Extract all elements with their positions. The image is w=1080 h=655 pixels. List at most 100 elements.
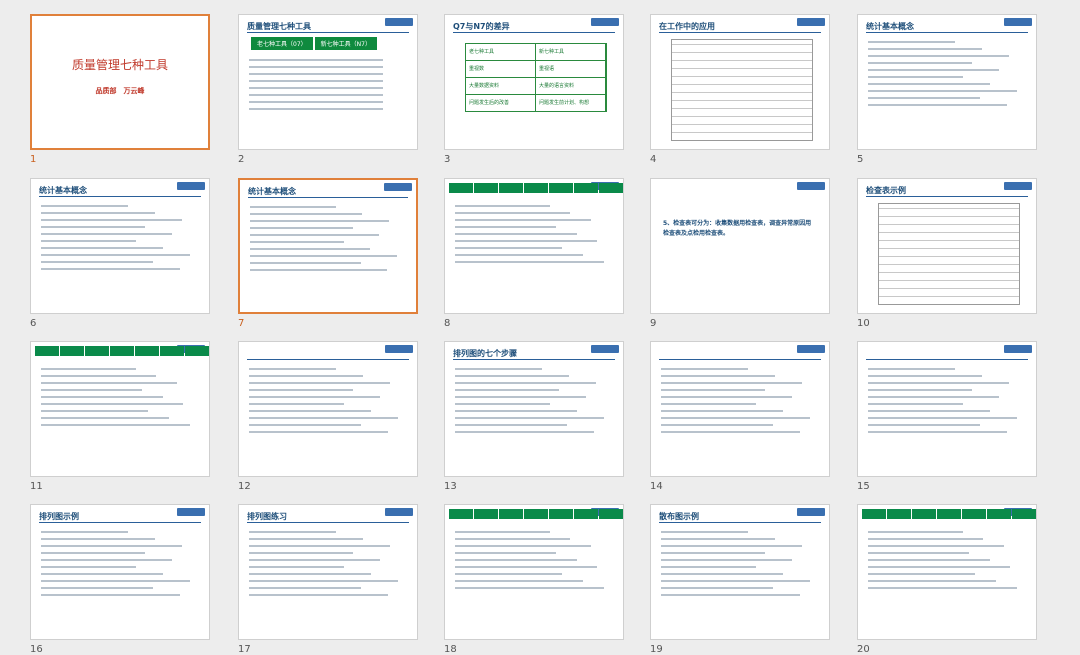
slide-preview[interactable] [857, 504, 1037, 640]
process-tabs [445, 183, 623, 193]
body-text [868, 41, 1026, 111]
tool-tab: 老七种工具（07） [251, 37, 313, 50]
title-rule [659, 32, 821, 33]
slide-title: 散布图示例 [659, 512, 699, 521]
process-tab [524, 183, 548, 193]
slide-preview[interactable]: 统计基本概念 [30, 178, 210, 314]
slide-preview[interactable]: 排列图的七个步骤 [444, 341, 624, 477]
tool-tab: 新七种工具（N7） [314, 37, 377, 50]
body-text [455, 205, 613, 268]
process-tab [962, 509, 986, 519]
slide-preview[interactable] [857, 341, 1037, 477]
process-tab [160, 346, 184, 356]
title-rule [866, 196, 1028, 197]
title-rule [453, 359, 615, 360]
body-text [249, 531, 407, 601]
slide-preview[interactable]: Q7与N7的差异 老七种工具 新七种工具 重视数 重视语 大量数据资料 大量的语言资料 问题发… [444, 14, 624, 150]
company-logo [797, 18, 825, 26]
slide-number: 14 [650, 481, 663, 492]
table-row: 大量数据资料 大量的语言资料 [466, 77, 606, 94]
slide-preview[interactable] [30, 341, 210, 477]
table-cell: 重视语 [536, 61, 606, 77]
process-tab [449, 509, 473, 519]
process-tab [110, 346, 134, 356]
title-rule [39, 196, 201, 197]
process-tab [135, 346, 159, 356]
table-cell: 大量数据资料 [466, 78, 536, 94]
slide-preview[interactable]: 检查表示例 [857, 178, 1037, 314]
company-logo [1004, 18, 1032, 26]
process-tab [599, 183, 623, 193]
slide-number: 11 [30, 481, 43, 492]
slide-number: 17 [238, 644, 251, 655]
process-tab [524, 509, 548, 519]
process-tabs [858, 509, 1036, 519]
title-rule [866, 32, 1028, 33]
slide-title: 统计基本概念 [866, 22, 914, 31]
table-row: 问题发生后的改善 问题发生前计划、构想 [466, 94, 606, 111]
slide-title: 质量管理七种工具 [247, 22, 311, 31]
body-text [868, 531, 1026, 594]
slide-number: 9 [650, 318, 657, 329]
slide-number: 19 [650, 644, 663, 655]
table-cell: 问题发生前计划、构想 [536, 95, 606, 111]
company-logo [591, 345, 619, 353]
table-cell: 重视数 [466, 61, 536, 77]
slide-title: 检查表示例 [866, 186, 906, 195]
title-rule [659, 359, 821, 360]
slide-number: 16 [30, 644, 43, 655]
body-text: 5、检查表可分为：收集数据用检查表，调查异常原因用检查表及点检用检查表。 [663, 220, 812, 237]
title-rule [453, 32, 615, 33]
slide-preview[interactable]: 统计基本概念 [238, 178, 418, 314]
slide-title: 在工作中的应用 [659, 22, 715, 31]
slide-number: 3 [444, 154, 451, 165]
company-logo [1004, 182, 1032, 190]
slide-number: 8 [444, 318, 451, 329]
process-tab [499, 183, 523, 193]
body-text [41, 368, 199, 431]
process-tab [574, 509, 598, 519]
process-tab [599, 509, 623, 519]
process-tab [937, 509, 961, 519]
slide-preview[interactable]: 散布图示例 [650, 504, 830, 640]
slide-preview[interactable] [444, 504, 624, 640]
slide-title: 质量管理七种工具 [71, 58, 168, 72]
slide-preview[interactable]: 在工作中的应用 [650, 14, 830, 150]
slide-title: 统计基本概念 [248, 187, 296, 196]
table-cell: 新七种工具 [536, 44, 606, 60]
slide-sorter-view: { "slides": [ {"num":"1","kind":"cover",… [0, 0, 1080, 655]
process-tab [60, 346, 84, 356]
slide-title: 排列图练习 [247, 512, 287, 521]
slide-number: 2 [238, 154, 245, 165]
slide-preview[interactable] [444, 178, 624, 314]
body-text [661, 368, 819, 438]
tool-tabs: 老七种工具（07） 新七种工具（N7） [251, 37, 379, 50]
company-logo [797, 345, 825, 353]
slide-number: 7 [238, 318, 245, 329]
slide-preview[interactable]: 排列图示例 [30, 504, 210, 640]
slide-preview[interactable]: 统计基本概念 [857, 14, 1037, 150]
title-rule [659, 522, 821, 523]
body-text [868, 368, 1026, 438]
slide-preview[interactable]: 排列图练习 [238, 504, 418, 640]
process-tab [85, 346, 109, 356]
table-cell: 大量的语言资料 [536, 78, 606, 94]
process-tabs [31, 346, 209, 356]
slide-number: 1 [30, 154, 37, 165]
slide-number: 4 [650, 154, 657, 165]
slide-title: 排列图示例 [39, 512, 79, 521]
slide-preview[interactable] [650, 341, 830, 477]
process-tab [862, 509, 886, 519]
process-tab [35, 346, 59, 356]
slide-number: 18 [444, 644, 457, 655]
process-tab [549, 183, 573, 193]
slide-preview[interactable] [238, 341, 418, 477]
tool-list [249, 59, 407, 115]
slide-preview[interactable]: 质量管理七种工具老七种工具（07） 新七种工具（N7） [238, 14, 418, 150]
process-tab [474, 509, 498, 519]
body-text [250, 206, 406, 276]
slide-preview[interactable]: 质量管理七种工具 品质部 万云峰 [30, 14, 210, 150]
company-logo [177, 182, 205, 190]
slide-preview[interactable]: 5、检查表可分为：收集数据用检查表，调查异常原因用检查表及点检用检查表。 [650, 178, 830, 314]
company-logo [1004, 345, 1032, 353]
